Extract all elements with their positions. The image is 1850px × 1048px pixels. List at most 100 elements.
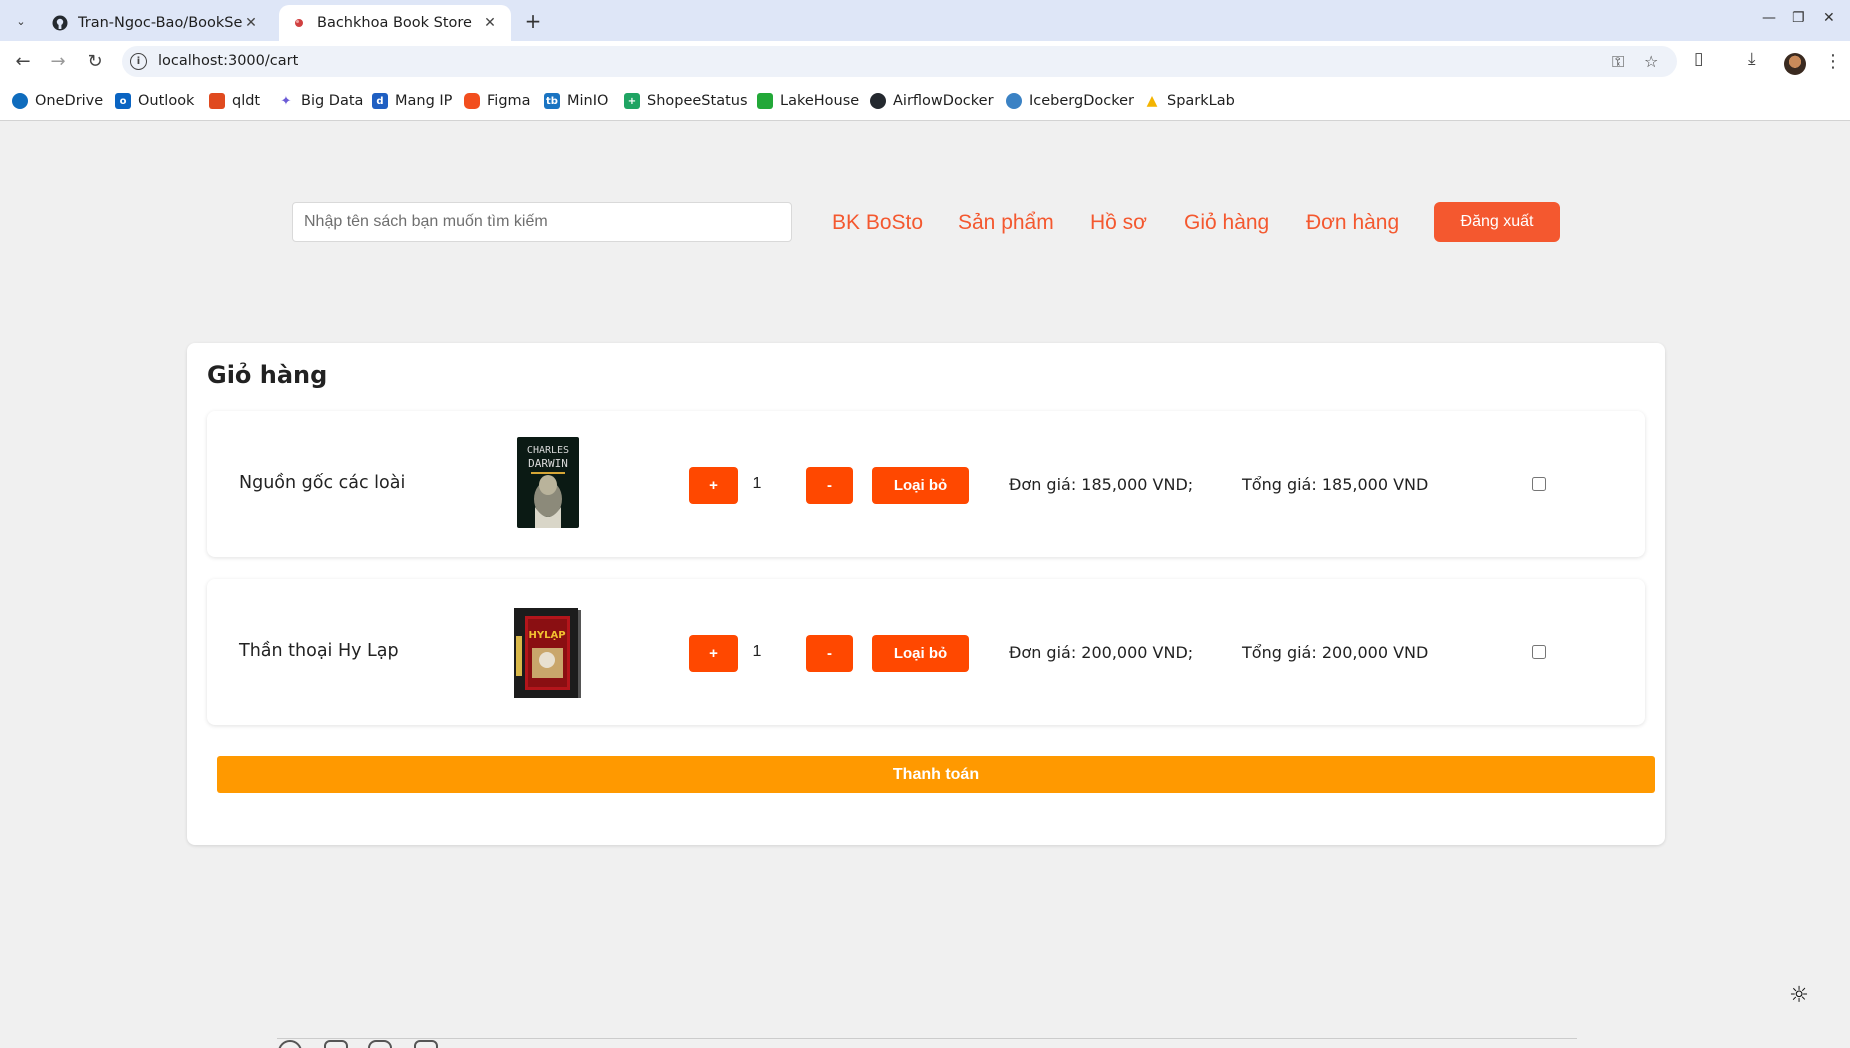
youtube-icon[interactable]	[368, 1040, 392, 1048]
bookmark-label: Mang IP	[395, 93, 453, 109]
back-arrow-icon[interactable]: ←	[11, 49, 35, 73]
drive-icon: ▲	[1146, 93, 1158, 109]
bookmark-label: MinIO	[567, 93, 609, 109]
app-favicon	[295, 19, 303, 27]
minimize-icon[interactable]: —	[1762, 10, 1776, 26]
nav-link-cart[interactable]: Giỏ hàng	[1184, 211, 1269, 235]
bookmark-qldt[interactable]: qldt	[209, 91, 260, 111]
instagram-icon[interactable]	[414, 1040, 438, 1048]
unit-price: Đơn giá: 200,000 VND;	[1009, 643, 1194, 662]
bookmark-figma[interactable]: Figma	[464, 91, 531, 111]
browser-toolbar: ← → ↻ i localhost:3000/cart ⚿ ☆	[0, 41, 1850, 81]
select-item-checkbox[interactable]	[1532, 477, 1546, 491]
onedrive-icon	[12, 93, 28, 109]
sun-theme-toggle-icon[interactable]: ☼	[1786, 982, 1812, 1008]
extensions-puzzle-icon[interactable]: ▯	[1694, 49, 1703, 69]
bookmark-label: Big Data	[301, 93, 364, 109]
profile-avatar[interactable]	[1784, 53, 1806, 75]
decrease-quantity-button[interactable]: -	[806, 635, 853, 672]
site-info-icon[interactable]: i	[130, 53, 147, 70]
cart-title: Giỏ hàng	[207, 361, 328, 389]
nav-link-products[interactable]: Sản phẩm	[958, 211, 1054, 235]
browser-menu-icon[interactable]: ⋮	[1824, 51, 1842, 72]
item-name: Thần thoại Hy Lạp	[239, 641, 399, 661]
footer-divider	[277, 1038, 1577, 1039]
bookmark-airflowdocker[interactable]: AirflowDocker	[870, 91, 994, 111]
browser-tab-strip: ⌄ Tran-Ngoc-Bao/BookSell ✕ Bachkhoa Book…	[0, 0, 1850, 41]
new-tab-plus-icon[interactable]: +	[520, 8, 546, 34]
select-item-checkbox[interactable]	[1532, 645, 1546, 659]
bookmark-bigdata[interactable]: ✦ Big Data	[278, 91, 364, 111]
bookmark-label: qldt	[232, 93, 261, 109]
github-icon	[870, 93, 886, 109]
unit-price: Đơn giá: 185,000 VND;	[1009, 475, 1194, 494]
address-url[interactable]: localhost:3000/cart	[158, 53, 298, 69]
increase-quantity-button[interactable]: +	[689, 635, 738, 672]
mangip-icon: d	[372, 93, 388, 109]
bookmark-label: SparkLab	[1167, 93, 1235, 109]
cover-title-line-1: CHARLES	[527, 445, 569, 456]
cart-item: Nguồn gốc các loài CHARLES DARWIN + 1 - …	[207, 411, 1645, 557]
bookmark-icebergdocker[interactable]: IcebergDocker	[1006, 91, 1134, 111]
github-icon	[52, 15, 68, 31]
outlook-icon: o	[115, 93, 131, 109]
bookmark-minio[interactable]: tb MinIO	[544, 91, 608, 111]
browser-tab-github[interactable]: Tran-Ngoc-Bao/BookSell ✕	[40, 5, 272, 41]
tab-title: Tran-Ngoc-Bao/BookSell	[78, 15, 242, 31]
cart-item: Thần thoại Hy Lạp HYLẠP + 1 - Loại bỏ Đơ…	[207, 579, 1645, 725]
book-cover-image: HYLẠP	[512, 606, 582, 700]
increase-quantity-button[interactable]: +	[689, 467, 738, 504]
bookmark-label: Outlook	[138, 93, 195, 109]
bookmark-label: Figma	[487, 93, 531, 109]
total-price: Tổng giá: 200,000 VND	[1242, 643, 1429, 662]
cart-panel: Giỏ hàng Nguồn gốc các loài CHARLES DARW…	[187, 343, 1665, 845]
remove-item-button[interactable]: Loại bỏ	[872, 467, 969, 504]
bookmark-label: IcebergDocker	[1029, 93, 1134, 109]
cover-title: HYLẠP	[528, 630, 565, 641]
linkedin-icon[interactable]	[324, 1040, 348, 1048]
nav-link-home[interactable]: BK BoSto	[832, 211, 923, 235]
total-price: Tổng giá: 185,000 VND	[1242, 475, 1429, 494]
globe-icon	[1006, 93, 1022, 109]
bookmark-label: OneDrive	[35, 93, 104, 109]
remove-item-button[interactable]: Loại bỏ	[872, 635, 969, 672]
book-cover-image: CHARLES DARWIN	[517, 437, 579, 528]
nav-link-profile[interactable]: Hồ sơ	[1090, 211, 1147, 235]
bookmark-sparklab[interactable]: ▲ SparkLab	[1144, 91, 1235, 111]
checkout-button[interactable]: Thanh toán	[217, 756, 1655, 793]
bookmark-mangip[interactable]: d Mang IP	[372, 91, 452, 111]
logout-button[interactable]: Đăng xuất	[1434, 202, 1560, 242]
tab-close-icon[interactable]: ✕	[242, 15, 260, 31]
reload-icon[interactable]: ↻	[83, 49, 107, 73]
nav-link-orders[interactable]: Đơn hàng	[1306, 211, 1399, 235]
quantity-value: 1	[752, 643, 762, 660]
download-icon[interactable]: ⤓	[1748, 49, 1756, 69]
close-window-icon[interactable]: ✕	[1823, 10, 1835, 26]
bookmarks-bar: OneDrive o Outlook qldt ✦ Big Data d Man…	[0, 81, 1850, 121]
browser-tab-bookstore[interactable]: Bachkhoa Book Store ✕	[279, 5, 511, 41]
bigdata-icon: ✦	[280, 93, 292, 109]
tab-close-icon[interactable]: ✕	[481, 15, 499, 31]
minio-icon: tb	[544, 93, 560, 109]
facebook-icon[interactable]	[278, 1040, 302, 1048]
bookmark-star-icon[interactable]: ☆	[1644, 52, 1658, 71]
figma-icon	[464, 93, 480, 109]
bookmark-lakehouse[interactable]: LakeHouse	[757, 91, 859, 111]
search-input[interactable]	[292, 202, 792, 242]
bookmark-label: ShopeeStatus	[647, 93, 748, 109]
bookmark-onedrive[interactable]: OneDrive	[12, 91, 103, 111]
password-key-icon[interactable]: ⚿	[1612, 52, 1624, 72]
bookmark-outlook[interactable]: o Outlook	[115, 91, 194, 111]
lakehouse-icon	[757, 93, 773, 109]
tab-title: Bachkhoa Book Store	[317, 15, 472, 31]
bookmark-shopeestatus[interactable]: + ShopeeStatus	[624, 91, 748, 111]
sheets-icon: +	[624, 93, 640, 109]
tab-list-chevron-icon[interactable]: ⌄	[9, 9, 33, 33]
decrease-quantity-button[interactable]: -	[806, 467, 853, 504]
item-name: Nguồn gốc các loài	[239, 473, 406, 493]
address-bar[interactable]: i localhost:3000/cart ⚿ ☆	[122, 46, 1677, 77]
bookmark-label: LakeHouse	[780, 93, 860, 109]
restore-icon[interactable]: ❐	[1792, 10, 1805, 26]
forward-arrow-icon[interactable]: →	[46, 49, 70, 73]
cover-title-line-2: DARWIN	[528, 457, 568, 470]
